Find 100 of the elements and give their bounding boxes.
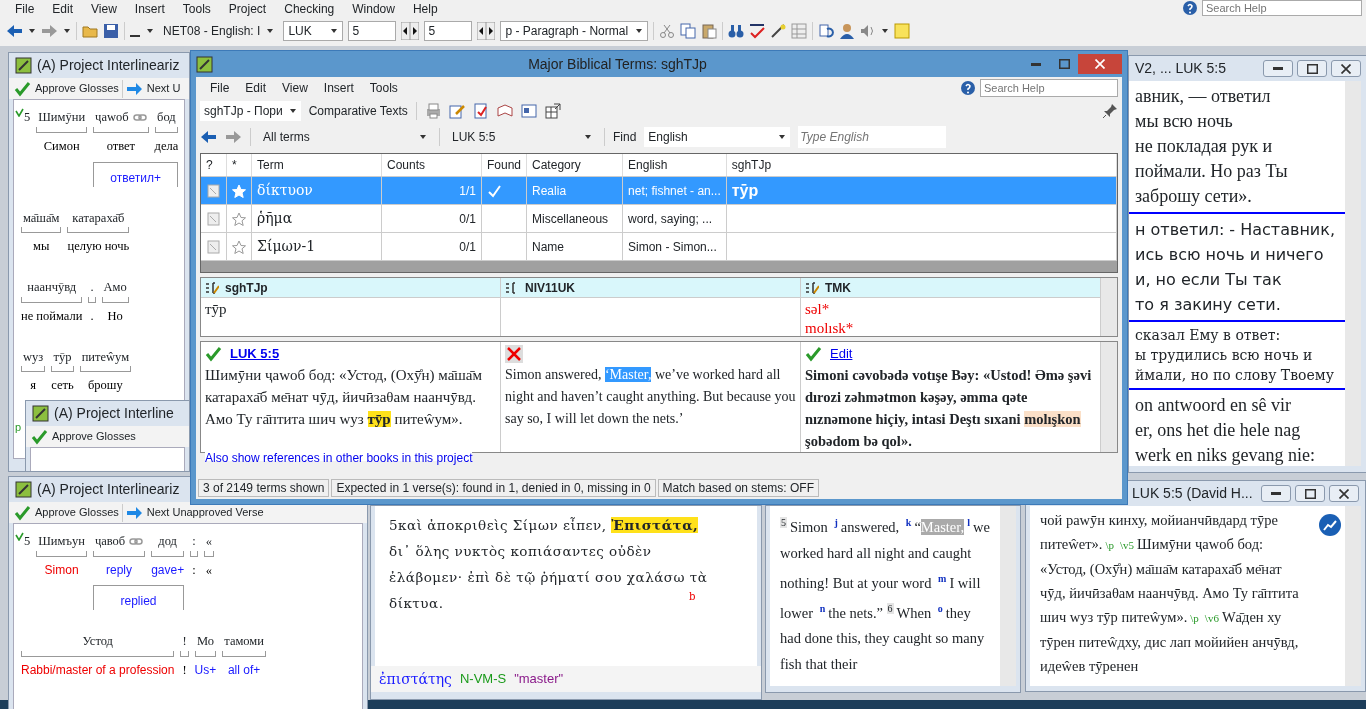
- gloss-word[interactable]: Симон: [36, 136, 88, 156]
- gloss-word[interactable]: all of+: [222, 660, 266, 679]
- footnote-marker[interactable]: b: [689, 592, 696, 602]
- right-arrow-icon[interactable]: [410, 22, 420, 40]
- gloss-word[interactable]: сеть: [51, 376, 74, 395]
- style-dropdown[interactable]: p - Paragraph - Normal: [500, 21, 649, 41]
- column-header[interactable]: English: [622, 154, 727, 177]
- column-header[interactable]: Term: [251, 154, 382, 177]
- resource-dropdown[interactable]: NET08 - English: I: [159, 21, 279, 41]
- approve-glosses-button[interactable]: Approve Glosses: [14, 504, 119, 521]
- help-icon[interactable]: [960, 80, 976, 96]
- close-button[interactable]: [1331, 60, 1361, 77]
- search-field[interactable]: Search Help: [980, 79, 1118, 97]
- edit-list-icon[interactable]: [205, 280, 219, 295]
- person-icon[interactable]: [839, 23, 856, 39]
- close-button[interactable]: [1329, 485, 1359, 502]
- menu-item[interactable]: File: [6, 0, 44, 18]
- left-arrow-icon[interactable]: [401, 22, 411, 40]
- gloss-word[interactable]: не поймали: [21, 306, 83, 326]
- caret-icon[interactable]: [330, 27, 339, 35]
- printer-icon[interactable]: [424, 103, 441, 119]
- gloss-word[interactable]: целую ночь: [67, 237, 130, 256]
- help-icon[interactable]: [1182, 0, 1198, 16]
- binoculars-icon[interactable]: [728, 23, 745, 39]
- caret-icon[interactable]: [288, 107, 297, 115]
- menu-item[interactable]: Project: [219, 0, 276, 18]
- caret-icon[interactable]: [881, 27, 890, 35]
- minimize-button[interactable]: [1263, 60, 1293, 77]
- menu-item[interactable]: Window: [343, 0, 404, 18]
- note-icon[interactable]: [206, 182, 221, 199]
- menu-item[interactable]: View: [274, 79, 316, 97]
- caret-icon[interactable]: [63, 27, 71, 35]
- maximize-button[interactable]: [1297, 60, 1327, 77]
- next-verse-button[interactable]: Next U: [125, 80, 181, 97]
- gloss-word[interactable]: Us+: [194, 660, 217, 679]
- menu-item[interactable]: Insert: [315, 79, 362, 97]
- sync-icon[interactable]: [818, 23, 835, 39]
- comparative-texts-button[interactable]: Comparative Texts: [308, 102, 408, 120]
- document-icon[interactable]: [472, 103, 489, 119]
- caret-icon[interactable]: [28, 27, 36, 35]
- column-header[interactable]: Category: [526, 154, 623, 177]
- reference-dropdown[interactable]: LUK 5:5: [448, 127, 596, 147]
- menu-item[interactable]: View: [82, 0, 126, 18]
- find-field[interactable]: Type English: [798, 126, 947, 148]
- pin-icon[interactable]: [1102, 103, 1118, 119]
- caret-icon[interactable]: [146, 27, 154, 35]
- gloss-word[interactable]: :: [190, 560, 198, 580]
- approve-glosses-button[interactable]: Approve Glosses: [14, 80, 119, 97]
- star-icon[interactable]: [232, 211, 246, 226]
- column-header[interactable]: Found: [481, 154, 527, 177]
- gloss-word[interactable]: Simon: [36, 560, 87, 579]
- back-arrow-icon[interactable]: [200, 129, 217, 145]
- caret-icon[interactable]: [266, 27, 275, 35]
- gloss-word[interactable]: .: [88, 306, 96, 326]
- maximize-button[interactable]: [1295, 485, 1325, 502]
- caret-icon[interactable]: [419, 133, 427, 141]
- column-header[interactable]: sghTJp: [726, 154, 1117, 177]
- gloss-word[interactable]: !: [180, 660, 189, 680]
- menu-item[interactable]: File: [202, 79, 238, 97]
- gloss-word[interactable]: дела: [154, 136, 179, 156]
- gloss-word[interactable]: Но: [101, 306, 129, 326]
- wand-icon[interactable]: [770, 23, 787, 39]
- menu-item[interactable]: Insert: [125, 0, 174, 18]
- minimize-button[interactable]: [1261, 485, 1291, 502]
- scrollbar[interactable]: [1345, 81, 1361, 466]
- language-dropdown[interactable]: English: [644, 127, 791, 147]
- gloss-word[interactable]: я: [21, 376, 46, 395]
- phrase-gloss[interactable]: replied: [92, 584, 185, 610]
- column-header[interactable]: *: [226, 154, 252, 177]
- gloss-word[interactable]: gave+: [151, 560, 185, 579]
- reference-link[interactable]: Edit: [830, 343, 853, 365]
- copy-icon[interactable]: [680, 23, 697, 39]
- reference-link[interactable]: LUK 5:5: [230, 343, 280, 365]
- edit-icon[interactable]: [448, 103, 465, 119]
- term-row[interactable]: ῥῆμα 0/1 Miscellaneous word, saying; ...: [201, 204, 1117, 233]
- verse-field[interactable]: 5: [424, 21, 473, 41]
- phrase-gloss[interactable]: ответил+: [93, 161, 179, 187]
- back-arrow-icon[interactable]: [6, 23, 23, 39]
- gloss-word[interactable]: брошу: [79, 376, 132, 395]
- menu-item[interactable]: Edit: [43, 0, 83, 18]
- gloss-word[interactable]: Rabbi/master of a profession: [21, 660, 175, 679]
- scissors-icon[interactable]: [659, 23, 676, 39]
- scrollbar[interactable]: [1101, 278, 1117, 336]
- scrollbar[interactable]: [1345, 506, 1361, 686]
- caret-icon[interactable]: [778, 133, 787, 141]
- star-icon[interactable]: [232, 239, 246, 254]
- paste-icon[interactable]: [701, 23, 718, 39]
- menu-item[interactable]: Tools: [361, 79, 406, 97]
- gloss-word[interactable]: мы: [21, 237, 62, 256]
- menu-item[interactable]: Tools: [173, 0, 220, 18]
- menu-item[interactable]: Checking: [275, 0, 344, 18]
- edit-list-icon[interactable]: [805, 280, 819, 295]
- save-icon[interactable]: [103, 23, 119, 39]
- menu-item[interactable]: Edit: [237, 79, 275, 97]
- popout-icon[interactable]: [544, 103, 561, 119]
- project-dropdown[interactable]: sghTJp - Пори: [200, 101, 301, 121]
- search-field[interactable]: Search Help: [1202, 0, 1362, 16]
- right-arrow-icon[interactable]: [486, 22, 496, 40]
- gloss-word[interactable]: ответ: [93, 136, 149, 156]
- caret-icon[interactable]: [635, 27, 644, 35]
